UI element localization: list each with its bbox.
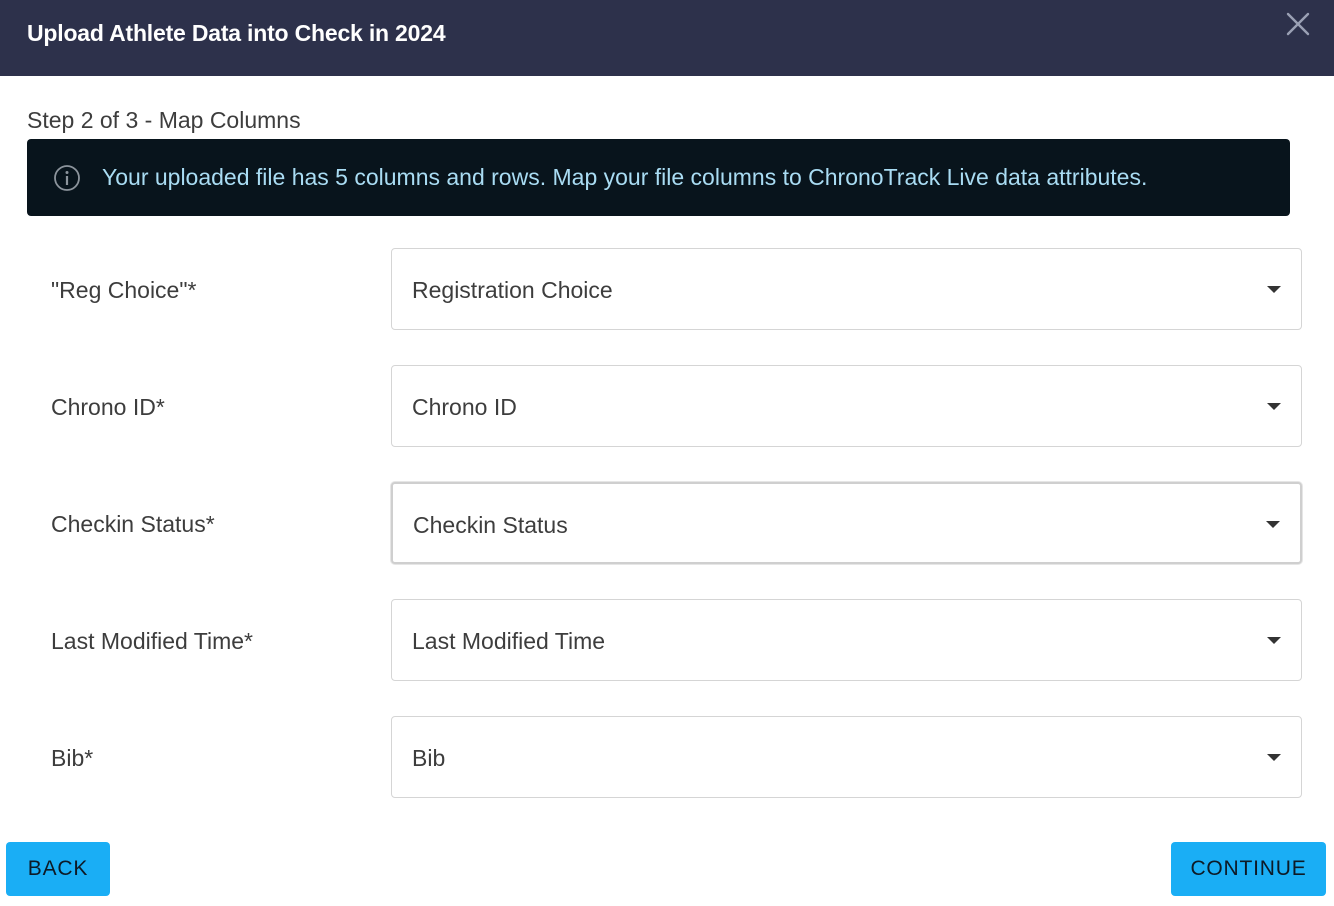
mapping-row-checkin-status: Checkin Status* Checkin Status <box>0 482 1334 566</box>
info-banner: Your uploaded file has 5 columns and row… <box>27 139 1290 216</box>
mapping-select-chrono-id[interactable]: Chrono ID <box>391 365 1302 447</box>
select-value: Registration Choice <box>412 277 613 303</box>
caret-down-icon <box>1266 521 1280 528</box>
back-button[interactable]: BACK <box>6 842 110 896</box>
dialog-title: Upload Athlete Data into Check in 2024 <box>27 20 446 46</box>
mapping-label: Chrono ID* <box>51 394 165 420</box>
mapping-label: Last Modified Time* <box>51 628 253 654</box>
step-indicator: Step 2 of 3 - Map Columns <box>27 107 301 133</box>
mapping-row-chrono-id: Chrono ID* Chrono ID <box>0 365 1334 449</box>
mapping-select-reg-choice[interactable]: Registration Choice <box>391 248 1302 330</box>
mapping-label: "Reg Choice"* <box>51 277 197 303</box>
mapping-select-last-modified-time[interactable]: Last Modified Time <box>391 599 1302 681</box>
select-value: Last Modified Time <box>412 628 606 654</box>
close-button[interactable] <box>1284 10 1312 38</box>
select-value: Chrono ID <box>412 394 517 420</box>
mapping-select-checkin-status[interactable]: Checkin Status <box>391 482 1302 564</box>
caret-down-icon <box>1267 754 1281 761</box>
select-value: Checkin Status <box>413 512 568 538</box>
mapping-row-last-modified-time: Last Modified Time* Last Modified Time <box>0 599 1334 683</box>
info-message: Your uploaded file has 5 columns and row… <box>102 164 1148 190</box>
caret-down-icon <box>1267 637 1281 644</box>
caret-down-icon <box>1267 403 1281 410</box>
mapping-row-reg-choice: "Reg Choice"* Registration Choice <box>0 248 1334 332</box>
info-icon <box>54 165 80 191</box>
mapping-select-bib[interactable]: Bib <box>391 716 1302 798</box>
mapping-row-bib: Bib* Bib <box>0 716 1334 800</box>
select-value: Bib <box>412 745 446 771</box>
dialog-header: Upload Athlete Data into Check in 2024 <box>0 0 1334 76</box>
upload-dialog: Upload Athlete Data into Check in 2024 S… <box>0 0 1334 906</box>
mapping-label: Bib* <box>51 745 94 771</box>
continue-button[interactable]: CONTINUE <box>1171 842 1326 896</box>
mapping-label: Checkin Status* <box>51 511 215 537</box>
close-icon <box>1286 12 1310 36</box>
caret-down-icon <box>1267 286 1281 293</box>
